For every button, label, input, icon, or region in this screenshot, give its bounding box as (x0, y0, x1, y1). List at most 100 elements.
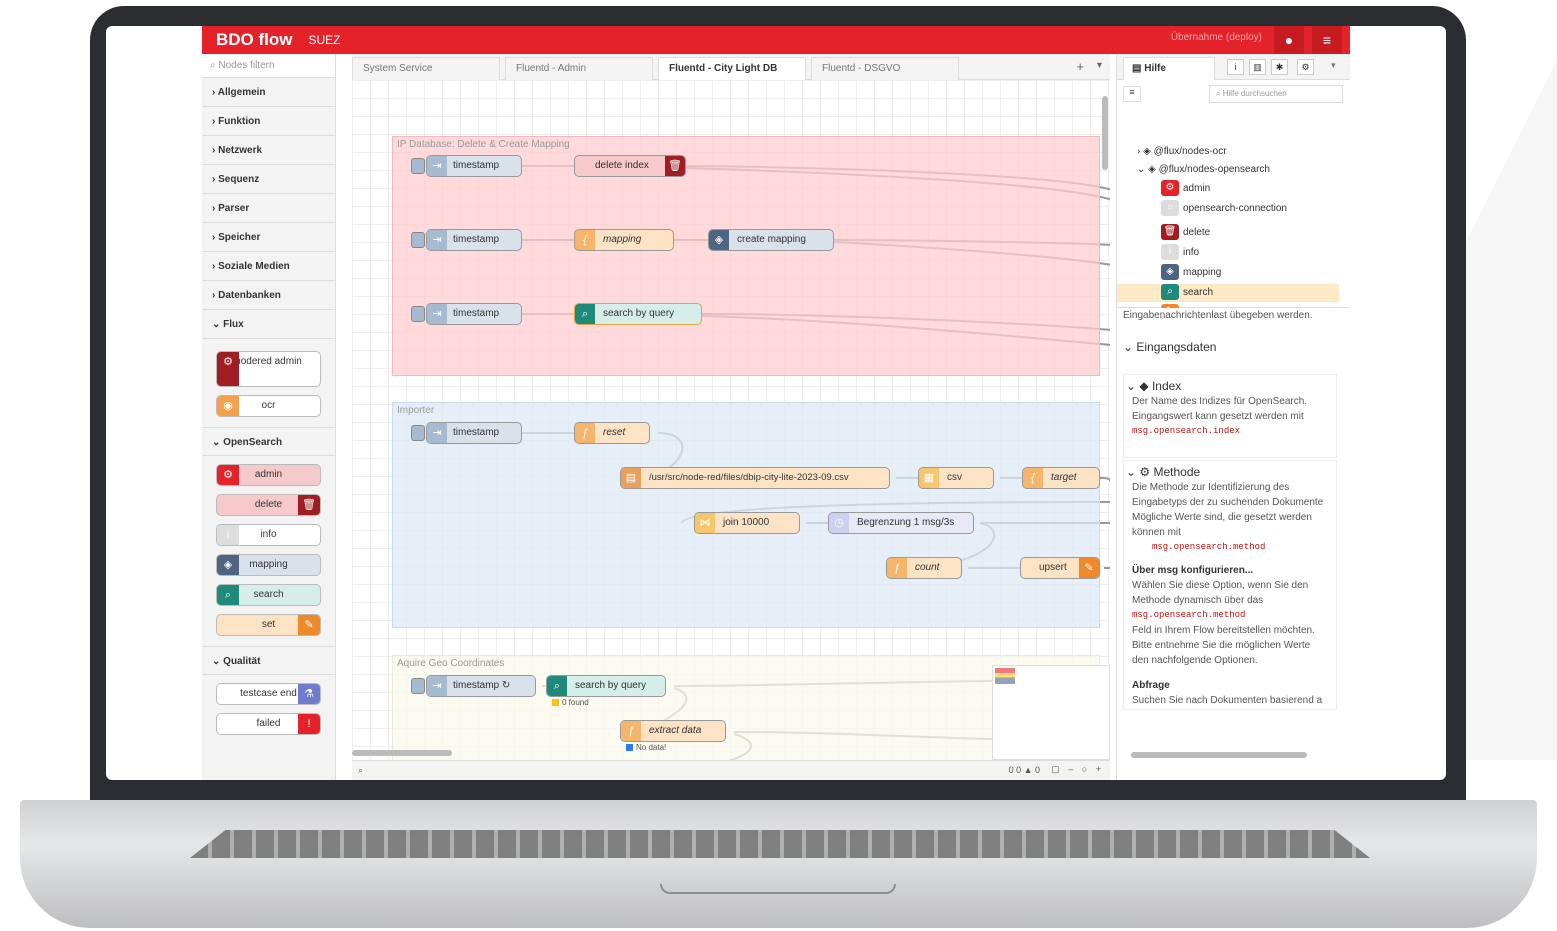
node-search-by-query[interactable]: ⌕ search by query (574, 303, 702, 325)
node-search-by-query-2[interactable]: ⌕ search by query (546, 675, 666, 697)
tab-menu-chevron-icon[interactable]: ▾ (1097, 60, 1102, 71)
palette-node-set[interactable]: set ✎ (216, 614, 321, 636)
palette-node-mapping[interactable]: ◈ mapping (216, 554, 321, 576)
vertical-scrollbar[interactable] (1102, 96, 1108, 170)
section-title: Eingangsdaten (1136, 340, 1217, 354)
palette-node-testcase-end[interactable]: testcase end ⚗ (216, 683, 321, 705)
tab-fluentd-dsgvo[interactable]: Fluentd - DSGVO (811, 57, 959, 80)
inject-button[interactable] (411, 232, 425, 248)
palette-filter-input[interactable]: ⌕ Nodes filtern (202, 54, 335, 78)
node-reset[interactable]: ƒ reset (574, 422, 650, 444)
category-parser[interactable]: › Parser (202, 194, 335, 223)
node-label: delete (254, 499, 283, 510)
palette-node-delete[interactable]: delete 🗑 (216, 494, 321, 516)
laptop-keyboard (190, 830, 1370, 858)
node-csv[interactable]: ▦ csv (918, 467, 994, 489)
node-label: join 10000 (723, 517, 770, 528)
help-intro: Eingabenachrichtenlast übegeben werden. (1123, 310, 1313, 321)
info-icon[interactable]: i (1227, 59, 1244, 75)
help-search-input[interactable]: ⌕ Hilfe durchsuchen (1209, 85, 1343, 103)
tab-fluentd-city-light-db[interactable]: Fluentd - City Light DB (658, 57, 806, 80)
node-target[interactable]: {target (1022, 467, 1100, 489)
category-funktion[interactable]: › Funktion (202, 107, 335, 136)
konf-title: Über msg konfigurieren... (1132, 565, 1254, 576)
tree-item-admin[interactable]: ⚙ admin (1161, 180, 1210, 198)
node-timestamp-4[interactable]: ⇥ timestamp (411, 422, 522, 444)
node-extract-data[interactable]: ƒ extract data (620, 720, 726, 742)
menu-icon[interactable]: ≡ (1312, 26, 1342, 54)
tree-item-nodes-opensearch[interactable]: ⌄ ◈ @flux/nodes-opensearch (1137, 161, 1270, 179)
tree-item-delete[interactable]: 🗑 delete (1161, 224, 1210, 242)
methode-title[interactable]: ⌄ ⚙ Methode (1126, 465, 1328, 480)
inject-button[interactable] (411, 306, 425, 322)
category-netzwerk[interactable]: › Netzwerk (202, 136, 335, 165)
bug-icon[interactable]: ✱ (1271, 59, 1288, 75)
category-flux[interactable]: ⌄ Flux (202, 310, 335, 339)
category-qualitaet[interactable]: ⌄ Qualität (202, 646, 335, 675)
category-speicher[interactable]: › Speicher (202, 223, 335, 252)
tree-item-search[interactable]: ⌕ search (1117, 284, 1339, 302)
zoom-controls[interactable]: ▢ – ○ + (1051, 764, 1104, 775)
user-icon[interactable]: ● (1274, 26, 1304, 54)
palette-node-failed[interactable]: failed! (216, 713, 321, 735)
tab-hilfe[interactable]: ▤ Hilfe (1123, 57, 1215, 80)
flow-canvas[interactable]: IP Database: Delete & Create Mapping Imp… (352, 80, 1110, 760)
gear-icon[interactable]: ⚙ (1297, 59, 1314, 75)
arrow-right-icon: ⇥ (427, 676, 447, 696)
help-horizontal-scrollbar[interactable] (1131, 752, 1307, 758)
search-icon[interactable]: ⌕ (358, 765, 363, 776)
inject-button[interactable] (411, 678, 425, 694)
tree-item-opensearch-connection[interactable]: ○ opensearch-connection (1161, 200, 1287, 218)
node-mapping[interactable]: {mapping (574, 229, 674, 251)
palette-node-nodered-admin[interactable]: ⚙ nodered admin (216, 351, 321, 387)
node-timestamp-2[interactable]: ⇥ timestamp (411, 229, 522, 251)
node-label: search by query (603, 308, 675, 319)
node-count[interactable]: ƒ count (886, 557, 962, 579)
category-sequenz[interactable]: › Sequenz (202, 165, 335, 194)
category-label: Funktion (218, 116, 261, 127)
node-create-mapping[interactable]: ◈ create mapping (708, 229, 834, 251)
category-label: Qualität (223, 656, 261, 667)
inject-button[interactable] (411, 158, 425, 174)
palette-node-admin[interactable]: ⚙ admin (216, 464, 321, 486)
index-section: ⌄ ◆ Index Der Name des Indizes für OpenS… (1123, 374, 1337, 458)
tree-label: info (1183, 247, 1200, 258)
node-file-in[interactable]: ▤ /usr/src/node-red/files/dbip-city-lite-… (620, 467, 890, 489)
node-join[interactable]: ⋈ join 10000 (694, 512, 800, 534)
nodered-icon: ⚙ (217, 352, 239, 386)
node-timestamp-5[interactable]: ⇥ timestamp ↻ (411, 675, 536, 697)
category-allgemein[interactable]: › Allgemein (202, 78, 335, 107)
abfrage-title: Abfrage (1132, 680, 1170, 691)
node-delay[interactable]: ◷ Begrenzung 1 msg/3s (828, 512, 974, 534)
palette-node-ocr[interactable]: ◉ ocr (216, 395, 321, 417)
tree-item-nodes-ocr[interactable]: › ◈ @flux/nodes-ocr (1137, 143, 1227, 161)
navigator-minimap[interactable] (992, 665, 1110, 760)
horizontal-scrollbar[interactable] (352, 750, 452, 756)
node-label: mapping (603, 234, 642, 245)
index-title[interactable]: ⌄ ◆ Index (1126, 379, 1328, 394)
node-delete-index[interactable]: delete index 🗑 (574, 155, 686, 177)
add-tab-button[interactable]: + (1076, 59, 1084, 74)
konf-text-1: Wählen Sie diese Option, wenn Sie den Me… (1132, 580, 1309, 606)
inject-button[interactable] (411, 425, 425, 441)
book-icon[interactable]: ▥ (1249, 59, 1266, 75)
section-eingangsdaten[interactable]: ⌄ Eingangsdaten (1123, 340, 1216, 355)
category-soziale-medien[interactable]: › Soziale Medien (202, 252, 335, 281)
palette-node-info[interactable]: i info (216, 524, 321, 546)
tree-item-info[interactable]: i info (1161, 244, 1199, 262)
deploy-button[interactable]: Übernahme (deploy) (1171, 32, 1262, 43)
tab-fluentd-admin[interactable]: Fluentd - Admin (505, 57, 653, 80)
join-icon: ⋈ (695, 513, 715, 533)
node-timestamp-1[interactable]: ⇥ timestamp (411, 155, 522, 177)
palette-node-search[interactable]: ⌕ search (216, 584, 321, 606)
node-upsert[interactable]: upsert ✎ (1020, 557, 1100, 579)
chevron-down-icon[interactable]: ▾ (1331, 60, 1336, 71)
node-timestamp-3[interactable]: ⇥ timestamp (411, 303, 522, 325)
node-label: extract data (649, 725, 702, 736)
tree-item-mapping[interactable]: ◈ mapping (1161, 264, 1221, 282)
category-datenbanken[interactable]: › Datenbanken (202, 281, 335, 310)
tab-system-service[interactable]: System Service (352, 57, 500, 80)
cube-icon: ◈ (1161, 264, 1179, 281)
category-opensearch[interactable]: ⌄ OpenSearch (202, 427, 335, 456)
list-icon[interactable]: ≡ (1123, 86, 1141, 102)
